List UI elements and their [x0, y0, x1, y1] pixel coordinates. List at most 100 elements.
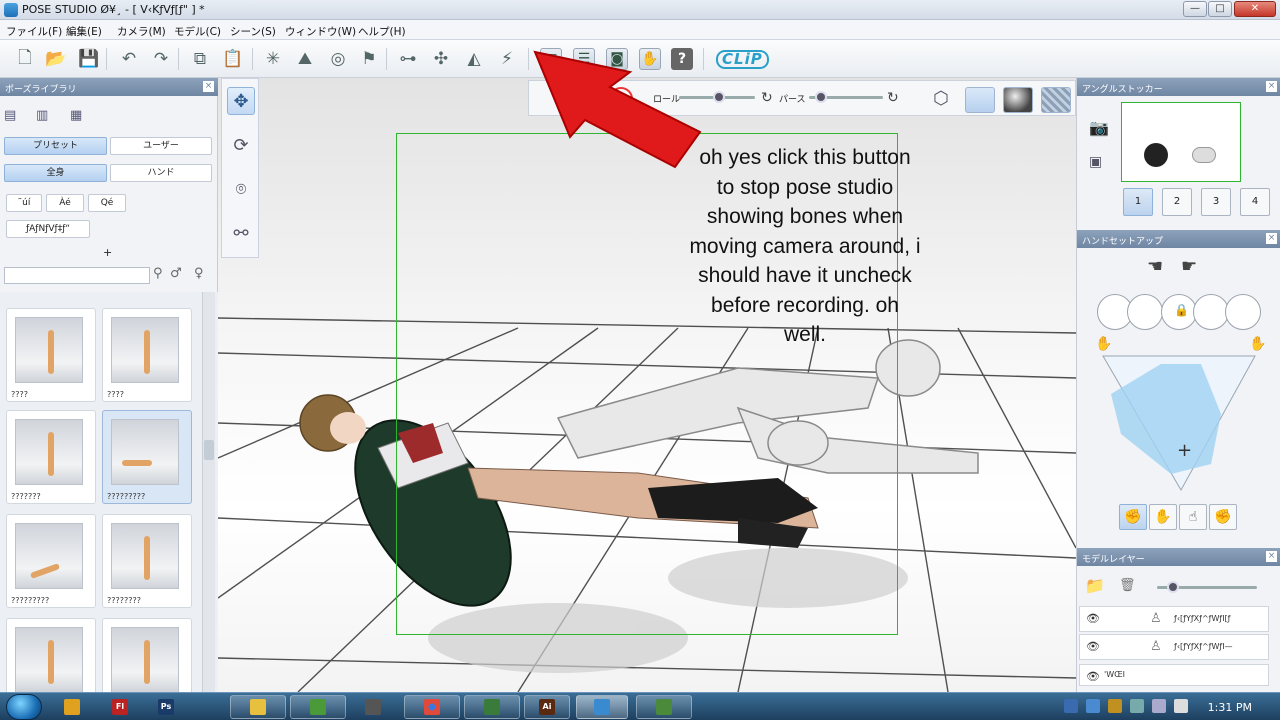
add-category-button[interactable]: +	[103, 246, 112, 259]
hand-preset-fist[interactable]: ✊	[1119, 504, 1147, 530]
bone-link-icon[interactable]: ⊶	[397, 48, 419, 70]
axis-icon[interactable]: ✣	[430, 48, 452, 70]
menu-edit[interactable]: 編集(E)	[66, 24, 102, 39]
taskbar-app[interactable]	[290, 695, 346, 719]
figure-filter-icon[interactable]: ⚲	[153, 266, 163, 281]
menu-model[interactable]: モデル(C)	[174, 24, 221, 39]
angle-slot-3[interactable]: 3	[1201, 188, 1231, 216]
taskbar-app[interactable]	[350, 695, 396, 719]
category-button[interactable]: Qé	[88, 194, 126, 212]
filter-hand[interactable]: ハンド	[110, 164, 212, 182]
bone-display-icon[interactable]: ⚡	[496, 48, 518, 70]
ground-icon[interactable]: ⛰	[294, 48, 316, 70]
pose-thumbnail[interactable]	[102, 618, 192, 692]
pose-thumbnail[interactable]: ?????????	[102, 410, 192, 504]
visibility-icon[interactable]: 👁	[1086, 670, 1100, 683]
target-icon[interactable]: ◎	[327, 48, 349, 70]
render-mode-lines-icon[interactable]	[965, 87, 995, 113]
filter-full-body[interactable]: 全身	[4, 164, 107, 182]
blend-point[interactable]: +	[1177, 440, 1192, 461]
tray-icon[interactable]	[1108, 699, 1122, 713]
hand-preset-grip[interactable]: ✊	[1209, 504, 1237, 530]
layer-row[interactable]: 👁 'WŒI	[1079, 664, 1269, 686]
minimize-button[interactable]: —	[1183, 1, 1207, 17]
tab-preset[interactable]: プリセット	[4, 137, 107, 155]
pose-thumbnail[interactable]: ????	[102, 308, 192, 402]
pose-thumbnail[interactable]: ???????	[6, 410, 96, 504]
finger-slot[interactable]	[1193, 294, 1229, 330]
manage-pose-icon[interactable]: ▦	[70, 108, 82, 123]
ik-icon[interactable]: ⚑	[358, 48, 380, 70]
rotate-tool-icon[interactable]: ⟳	[227, 131, 255, 159]
angle-slot-1[interactable]: 1	[1123, 188, 1153, 216]
category-button[interactable]: ˜úí	[6, 194, 42, 212]
redo-icon[interactable]: ↷	[150, 48, 172, 70]
save-pose-icon[interactable]: ▤	[4, 108, 16, 123]
clip-logo[interactable]: CLiP	[716, 50, 769, 69]
tray-icon[interactable]	[1086, 699, 1100, 713]
bone-tool-icon[interactable]: ⚯	[227, 219, 255, 247]
taskbar-app-flash[interactable]: Fl	[100, 695, 140, 719]
tray-icon[interactable]	[1130, 699, 1144, 713]
figure-capture-icon[interactable]: ▣	[1089, 154, 1102, 170]
taskbar-app-chrome[interactable]	[404, 695, 460, 719]
render-mode-shaded-icon[interactable]	[1003, 87, 1033, 113]
menu-file[interactable]: ファイル(F)	[6, 24, 62, 39]
hand-blend-triangle[interactable]	[1101, 354, 1257, 494]
taskbar-app[interactable]	[636, 695, 692, 719]
menu-scene[interactable]: シーン(S)	[230, 24, 276, 39]
angle-slot-2[interactable]: 2	[1162, 188, 1192, 216]
pose-thumbnail[interactable]: ?????????	[6, 514, 96, 608]
menu-help[interactable]: ヘルプ(H)	[358, 24, 406, 39]
taskbar-app-pose-studio[interactable]	[576, 695, 628, 719]
finger-slot[interactable]: 🔒	[1161, 294, 1197, 330]
pose-list-scrollbar[interactable]	[202, 292, 215, 692]
pose-thumbnail[interactable]: ????????	[102, 514, 192, 608]
perspective-slider[interactable]	[809, 91, 883, 103]
copy-pose-icon[interactable]: ⧉	[189, 48, 211, 70]
maximize-button[interactable]: □	[1208, 1, 1232, 17]
reset-roll-icon[interactable]: ↻	[761, 90, 773, 106]
undo-icon[interactable]: ↶	[118, 48, 140, 70]
spread-hand-icon[interactable]: ✋	[1249, 336, 1266, 352]
taskbar-app-illustrator[interactable]: Ai	[524, 695, 570, 719]
category-button[interactable]: ƒAƒNƒVƒ‡ƒ“	[6, 220, 90, 238]
cube-view-icon[interactable]: ⬡	[933, 88, 949, 109]
hand-preset-point[interactable]: ☝	[1179, 504, 1207, 530]
hand-preset-open[interactable]: ✋	[1149, 504, 1177, 530]
new-file-icon[interactable]: 🗋	[14, 48, 36, 70]
menu-window[interactable]: ウィンドウ(W)	[285, 24, 356, 39]
pose-search-input[interactable]	[4, 267, 150, 284]
tray-icon[interactable]	[1152, 699, 1166, 713]
terrain-icon[interactable]: ◭	[463, 48, 485, 70]
reset-perspective-icon[interactable]: ↻	[887, 90, 899, 106]
visibility-icon[interactable]: 👁	[1086, 640, 1100, 653]
angle-preview[interactable]	[1121, 102, 1241, 182]
paste-pose-icon[interactable]: 📋	[222, 48, 244, 70]
layer-row[interactable]: 👁 ♙ ƒ‹[ƒYƒXƒ^ƒWƒI—	[1079, 634, 1269, 660]
tray-icon[interactable]	[1064, 699, 1078, 713]
taskbar-app-photoshop[interactable]: Ps	[146, 695, 186, 719]
taskbar-app[interactable]	[464, 695, 520, 719]
pose-thumbnail[interactable]: ????	[6, 308, 96, 402]
close-button[interactable]: ✕	[1234, 1, 1276, 17]
female-figure-icon[interactable]: ♀	[194, 266, 204, 281]
finger-slot[interactable]	[1225, 294, 1261, 330]
visibility-icon[interactable]: 👁	[1086, 612, 1100, 625]
render-mode-texture-icon[interactable]	[1041, 87, 1071, 113]
load-pose-icon[interactable]: ▥	[36, 108, 48, 123]
bones-icon[interactable]: ✳	[262, 48, 284, 70]
right-hand-icon[interactable]: ☛	[1181, 256, 1197, 277]
volume-icon[interactable]	[1174, 699, 1188, 713]
opacity-slider[interactable]	[1157, 581, 1257, 593]
layer-row[interactable]: 👁 ♙ ƒ‹[ƒYƒXƒ^ƒWƒI[ƒ	[1079, 606, 1269, 632]
close-icon[interactable]: ×	[1266, 233, 1277, 244]
taskbar-app-explorer[interactable]	[230, 695, 286, 719]
left-hand-icon[interactable]: ☚	[1147, 256, 1163, 277]
male-figure-icon[interactable]: ♂	[170, 266, 182, 281]
start-button[interactable]	[6, 694, 42, 720]
close-icon[interactable]: ×	[1266, 551, 1277, 562]
open-folder-icon[interactable]: 📂	[45, 48, 67, 70]
add-model-icon[interactable]: 📁	[1085, 576, 1105, 595]
save-icon[interactable]: 💾	[78, 48, 100, 70]
